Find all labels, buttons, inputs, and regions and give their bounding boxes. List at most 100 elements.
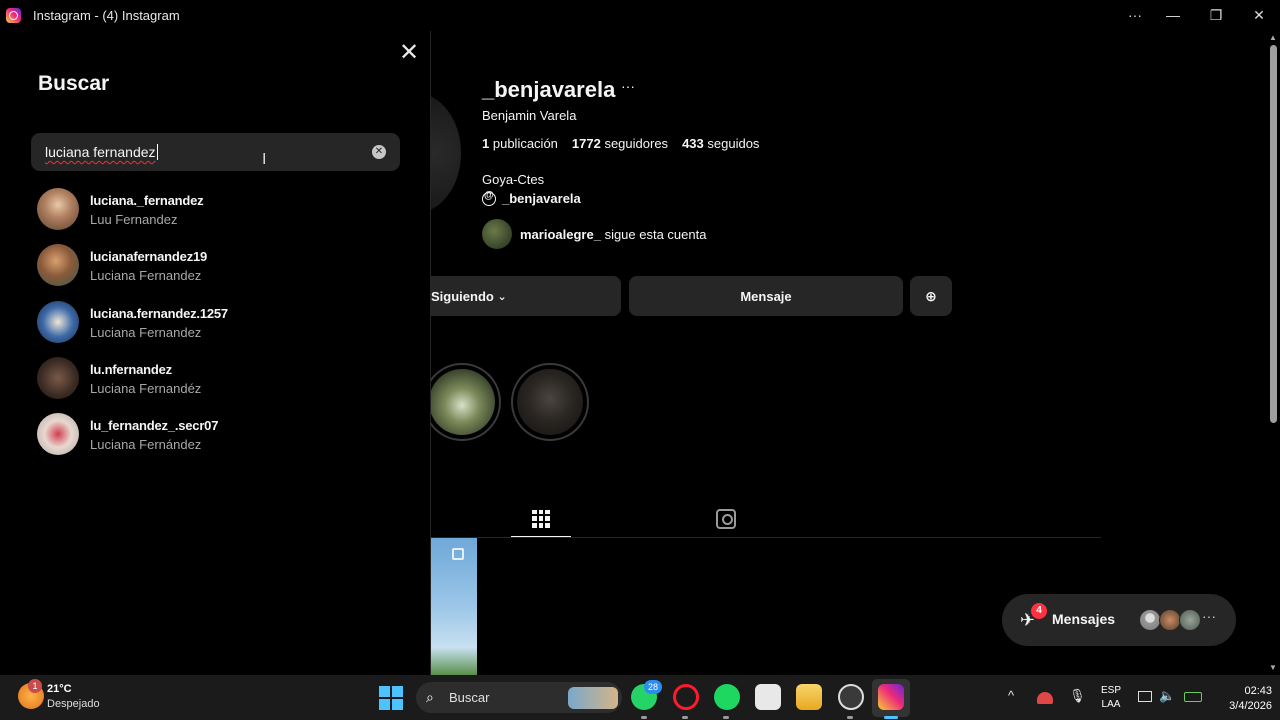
search-result[interactable]: lucianafernandez19 Luciana Fernandez bbox=[37, 244, 417, 300]
followed-by-text: sigue esta cuenta bbox=[604, 226, 707, 242]
clock[interactable]: 02:43 3/4/2026 bbox=[1222, 684, 1272, 714]
opera-icon[interactable] bbox=[673, 684, 699, 710]
app-running-indicator bbox=[723, 716, 729, 719]
threads-icon bbox=[482, 190, 496, 206]
file-explorer-icon[interactable] bbox=[796, 684, 822, 710]
follower-avatar bbox=[482, 219, 512, 249]
result-full-name: Luciana Fernandez bbox=[90, 268, 202, 284]
tagged-icon bbox=[716, 509, 736, 529]
volume-icon[interactable]: 🔈 bbox=[1159, 688, 1175, 704]
taskbar-search-label: Buscar bbox=[449, 690, 490, 705]
maximize-button[interactable]: ❐ bbox=[1201, 4, 1231, 26]
keyboard-language[interactable]: ESP LAA bbox=[1100, 684, 1122, 712]
capcut-icon[interactable] bbox=[755, 684, 781, 710]
messages-badge: 4 bbox=[1031, 603, 1047, 619]
profile-stats: 1 publicación 1772 seguidores 433 seguid… bbox=[482, 136, 759, 151]
search-result[interactable]: luciana._fernandez Luu Fernandez bbox=[37, 188, 417, 244]
avatar bbox=[1159, 609, 1181, 631]
close-icon[interactable]: ✕ bbox=[397, 41, 421, 65]
result-username: lu_fernandez_.secr07 bbox=[90, 418, 219, 434]
search-panel-title: Buscar bbox=[38, 72, 110, 95]
result-full-name: Luu Fernandez bbox=[90, 212, 178, 227]
minimize-button[interactable]: — bbox=[1158, 4, 1188, 26]
clear-search-icon[interactable]: ✕ bbox=[372, 145, 386, 159]
threads-handle: _benjavarela bbox=[502, 191, 581, 206]
weather-temperature[interactable]: 21°C bbox=[47, 683, 72, 695]
result-username: luciana._fernandez bbox=[90, 193, 204, 208]
avatar bbox=[37, 244, 79, 287]
messages-more-icon[interactable]: ··· bbox=[1202, 608, 1216, 624]
result-username: lu.nfernandez bbox=[90, 361, 172, 377]
instagram-icon[interactable] bbox=[878, 684, 904, 710]
messages-widget[interactable]: ✈ 4 Mensajes ··· bbox=[1002, 594, 1236, 646]
scroll-down-icon[interactable]: ▼ bbox=[1269, 663, 1277, 672]
clock-time: 02:43 bbox=[1244, 685, 1272, 697]
search-result[interactable]: lu_fernandez_.secr07 Luciana Fernández bbox=[37, 413, 417, 469]
story-highlight[interactable] bbox=[511, 363, 589, 441]
search-highlight-image bbox=[568, 687, 618, 709]
post-thumbnail[interactable] bbox=[431, 538, 477, 675]
scroll-up-icon[interactable]: ▲ bbox=[1269, 33, 1277, 42]
spotify-icon[interactable] bbox=[714, 684, 740, 710]
clock-date: 3/4/2026 bbox=[1229, 700, 1272, 712]
profile-full-name: Benjamin Varela bbox=[482, 108, 577, 123]
result-full-name: Luciana Fernández bbox=[90, 437, 202, 453]
antivirus-icon[interactable] bbox=[1037, 692, 1053, 704]
obs-icon[interactable] bbox=[838, 684, 864, 710]
carousel-icon bbox=[452, 548, 464, 560]
app-running-indicator bbox=[847, 716, 853, 719]
messages-label: Mensajes bbox=[1052, 611, 1116, 627]
tab-posts[interactable] bbox=[511, 501, 571, 538]
weather-description[interactable]: Despejado bbox=[47, 698, 100, 710]
taskbar-search[interactable]: ⌕ Buscar bbox=[416, 682, 622, 713]
following-button[interactable]: Siguiendo ⌄ bbox=[431, 276, 621, 316]
title-bar: Instagram - (4) Instagram ··· — ❐ ✕ bbox=[0, 0, 1280, 31]
scroll-thumb[interactable] bbox=[1270, 45, 1277, 423]
avatar bbox=[37, 188, 79, 230]
profile-options-icon[interactable]: ··· bbox=[621, 78, 635, 94]
window-more-button[interactable]: ··· bbox=[1120, 4, 1150, 26]
search-result[interactable]: luciana.fernandez.1257 Luciana Fernandez bbox=[37, 300, 417, 357]
search-result[interactable]: lu.nfernandez Luciana Fernandéz bbox=[37, 356, 417, 413]
microphone-icon[interactable]: 🎙 bbox=[1069, 688, 1086, 704]
window-title: Instagram - (4) Instagram bbox=[33, 8, 180, 23]
taskbar: 1 21°C Despejado ⌕ Buscar 28 ^ 🎙 ESP LAA… bbox=[0, 675, 1280, 720]
windows-start-icon[interactable] bbox=[379, 686, 403, 710]
result-full-name: Luciana Fernandez bbox=[90, 324, 202, 340]
profile-picture[interactable] bbox=[431, 93, 461, 213]
avatar bbox=[37, 356, 79, 399]
grid-icon bbox=[532, 509, 550, 528]
avatar bbox=[1139, 609, 1161, 631]
threads-link[interactable]: _benjavarela bbox=[482, 190, 581, 206]
profile-bio: Goya-Ctes bbox=[482, 172, 545, 187]
instagram-app-icon bbox=[6, 8, 21, 23]
posts-stat: 1 publicación bbox=[482, 136, 558, 151]
followers-stat[interactable]: 1772 seguidores bbox=[572, 136, 668, 151]
result-username: lucianafernandez19 bbox=[90, 249, 208, 265]
avatar bbox=[37, 300, 79, 343]
message-button[interactable]: Mensaje bbox=[629, 276, 903, 316]
profile-username: _benjavarela bbox=[482, 77, 616, 102]
search-panel: Buscar ✕ luciana fernandez ✕ I luciana._… bbox=[0, 31, 431, 675]
page-scrollbar[interactable]: ▲ ▼ bbox=[1267, 31, 1280, 675]
whatsapp-badge: 28 bbox=[644, 680, 662, 694]
profile-page: _benjavarela ··· Benjamin Varela 1 publi… bbox=[431, 31, 1267, 675]
add-user-icon[interactable]: ⊕ bbox=[910, 276, 952, 316]
result-full-name: Luciana Fernandéz bbox=[90, 380, 202, 396]
following-stat[interactable]: 433 seguidos bbox=[682, 136, 759, 151]
tray-overflow-icon[interactable]: ^ bbox=[1008, 688, 1014, 703]
close-window-button[interactable]: ✕ bbox=[1244, 4, 1274, 26]
avatar bbox=[1179, 609, 1201, 631]
battery-icon[interactable] bbox=[1184, 692, 1202, 702]
network-icon[interactable] bbox=[1138, 691, 1152, 702]
search-input-value: luciana fernandez bbox=[45, 144, 158, 160]
story-highlight[interactable] bbox=[431, 363, 501, 441]
avatar bbox=[37, 413, 79, 456]
app-active-indicator bbox=[884, 716, 898, 719]
tab-tagged[interactable] bbox=[696, 501, 756, 537]
search-results-list: luciana._fernandez Luu Fernandez luciana… bbox=[37, 188, 417, 469]
search-input[interactable]: luciana fernandez ✕ bbox=[31, 133, 400, 171]
followed-by[interactable]: marioalegre_ sigue esta cuenta bbox=[482, 219, 706, 249]
text-cursor-icon: I bbox=[262, 151, 267, 168]
chevron-down-icon: ⌄ bbox=[497, 290, 507, 303]
